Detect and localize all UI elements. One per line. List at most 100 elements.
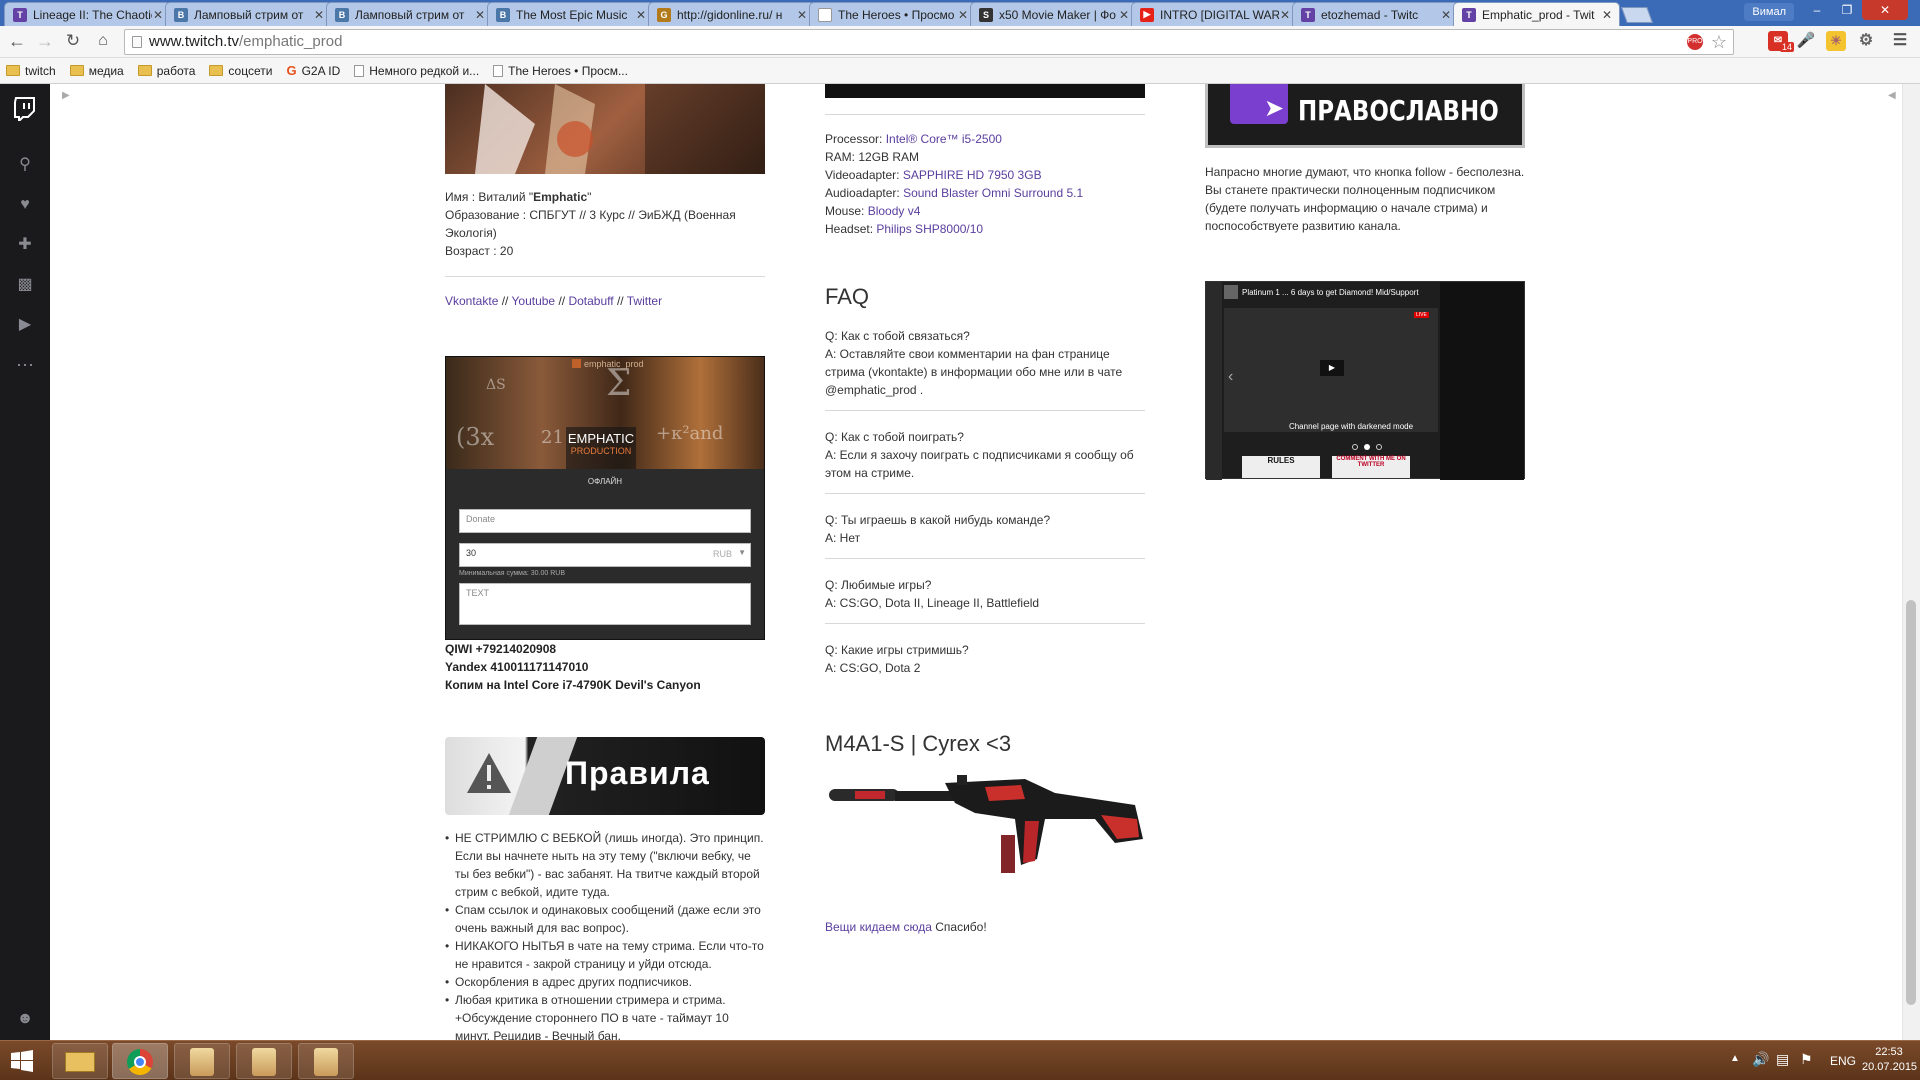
spec-link[interactable]: SAPPHIRE HD 7950 3GB (903, 168, 1042, 182)
browser-tab[interactable]: Tetozhemad - Twitc ✕ (1292, 2, 1459, 26)
weather-icon[interactable]: ☀ (1826, 31, 1846, 51)
language-indicator[interactable]: ENG (1830, 1054, 1856, 1068)
bookmark-item[interactable]: G G2A ID (286, 63, 340, 78)
menu-icon[interactable]: ☰ (1890, 31, 1910, 51)
channels-camera-icon[interactable]: ▩ (0, 270, 50, 300)
network-icon[interactable]: ▤ (1776, 1051, 1789, 1068)
bookmark-item[interactable]: The Heroes • Просм... (493, 64, 628, 78)
browser-tab-active[interactable]: T Emphatic_prod - Twit ✕ (1453, 2, 1620, 26)
spec-label: Headset: (825, 222, 877, 236)
rule-text: НИКАКОГО НЫТЬЯ в чате на тему стрима. Ес… (455, 939, 764, 971)
pc-specs: Processor: Intel® Core™ i5-2500 RAM: 12GB… (825, 130, 1155, 238)
action-center-icon[interactable]: ⚑ (1800, 1051, 1813, 1068)
carousel-dot[interactable] (1352, 444, 1358, 450)
spec-link[interactable]: Bloody v4 (868, 204, 921, 218)
tray-expand-icon[interactable]: ▲ (1730, 1053, 1740, 1064)
tab-close-icon[interactable]: ✕ (957, 8, 969, 22)
tab-close-icon[interactable]: ✕ (796, 8, 808, 22)
bullet-icon: • (445, 993, 450, 1007)
payment-line: QIWI +79214020908 (445, 642, 557, 656)
bookmark-item[interactable]: медиа (69, 63, 124, 78)
tab-close-icon[interactable]: ✕ (1440, 8, 1452, 22)
video-play-icon[interactable]: ▶ (0, 310, 50, 340)
twitch-logo-icon[interactable] (0, 92, 50, 126)
expand-right-arrow-icon[interactable]: ◀ (1888, 90, 1896, 101)
rules-list: • НЕ СТРИМЛЮ С ВЕБКОЙ (лишь иногда). Это … (445, 829, 765, 1040)
mail-count-badge: 14 (1780, 42, 1795, 52)
home-icon[interactable]: ⌂ (92, 30, 114, 52)
spec-line: Headset: Philips SHP8000/10 (825, 220, 1155, 238)
tab-close-icon[interactable]: ✕ (1118, 8, 1130, 22)
bookmark-item[interactable]: Немного редкой и... (354, 64, 479, 78)
tab-close-icon[interactable]: ✕ (1279, 8, 1291, 22)
bookmark-label: медиа (88, 63, 124, 78)
close-window-icon[interactable]: ✕ (1862, 0, 1908, 20)
system-clock[interactable]: 22:53 20.07.2015 (1862, 1045, 1917, 1075)
browser-tab[interactable]: Ghttp://gidonline.ru/ н ✕ (648, 2, 815, 26)
spec-link[interactable]: Sound Blaster Omni Surround 5.1 (903, 186, 1083, 200)
user-profile-icon[interactable]: ☻ (0, 1004, 50, 1034)
microphone-icon[interactable]: 🎤 (1796, 31, 1816, 51)
bookmark-item[interactable]: соцсети (209, 64, 272, 78)
expand-left-arrow-icon[interactable]: ▶ (62, 90, 70, 101)
browser-tab[interactable]: ▶ INTRO [DIGITAL WAR ✕ (1131, 2, 1298, 26)
windows-start-icon[interactable] (10, 1049, 34, 1073)
social-link-youtube[interactable]: Youtube (512, 294, 556, 308)
spec-link[interactable]: Philips SHP8000/10 (876, 222, 983, 236)
donate-name-input[interactable]: Donate (459, 509, 751, 533)
search-icon[interactable]: ⚲ (0, 150, 50, 180)
pro-extension-icon[interactable]: PRO (1687, 34, 1703, 50)
skin-trade-link[interactable]: Вещи кидаем сюда (825, 920, 932, 934)
social-link-vkontakte[interactable]: Vkontakte (445, 294, 498, 308)
tab-close-icon[interactable]: ✕ (635, 8, 647, 22)
social-link-twitter[interactable]: Twitter (627, 294, 662, 308)
browser-tab[interactable]: The Heroes • Просмо ✕ (809, 2, 976, 26)
game-client-taskbar-icon[interactable] (174, 1043, 230, 1079)
social-link-dotabuff[interactable]: Dotabuff (568, 294, 613, 308)
reload-icon[interactable]: ↻ (62, 30, 84, 52)
restore-icon[interactable]: ❐ (1832, 0, 1862, 20)
back-arrow-icon[interactable]: ← (6, 30, 28, 52)
more-dots-icon[interactable]: ⋯ (0, 350, 50, 380)
explorer-taskbar-icon[interactable] (52, 1043, 108, 1079)
game-client-taskbar-icon[interactable] (236, 1043, 292, 1079)
channel-avatar-icon (572, 359, 581, 368)
spec-link[interactable]: Intel® Core™ i5-2500 (886, 132, 1002, 146)
carousel-dot[interactable] (1376, 444, 1382, 450)
browser-tab[interactable]: B Ламповый стрим от ✕ (165, 2, 332, 26)
tab-close-icon[interactable]: ✕ (313, 8, 325, 22)
forward-arrow-icon[interactable]: → (34, 30, 56, 52)
chevron-down-icon: ▼ (738, 548, 746, 557)
heart-icon[interactable]: ♥ (0, 190, 50, 220)
bullet-icon: • (445, 831, 450, 845)
tab-close-icon[interactable]: ✕ (474, 8, 486, 22)
browser-tab[interactable]: T Lineage II: The Chaotic ✕ (4, 2, 171, 26)
bookmark-star-icon[interactable]: ☆ (1711, 30, 1727, 54)
play-icon[interactable]: ▶ (1320, 360, 1344, 376)
profile-button[interactable]: Вимал (1744, 3, 1794, 21)
games-icon[interactable]: ✚ (0, 230, 50, 260)
bullet-icon: • (445, 975, 450, 989)
bookmark-item[interactable]: twitch (6, 64, 56, 78)
browser-tab[interactable]: B Ламповый стрим от ✕ (326, 2, 493, 26)
address-bar[interactable]: www.twitch.tv/emphatic_prod PRO ☆ (124, 29, 1734, 55)
settings-extension-icon[interactable]: ⚙ (1856, 31, 1876, 51)
volume-icon[interactable]: 🔊 (1752, 1051, 1769, 1068)
currency-select[interactable]: RUB (713, 549, 732, 559)
browser-tab[interactable]: Sx50 Movie Maker | Фо ✕ (970, 2, 1137, 26)
carousel-dot-active[interactable] (1364, 444, 1370, 450)
faq-question: Q: Как с тобой поиграть? (825, 430, 964, 444)
tab-close-icon[interactable]: ✕ (152, 8, 164, 22)
new-tab-button[interactable] (1621, 7, 1653, 23)
bookmark-item[interactable]: работа (137, 64, 195, 78)
tab-close-icon[interactable]: ✕ (1601, 8, 1613, 22)
chrome-taskbar-icon[interactable] (112, 1043, 168, 1079)
scrollbar-thumb[interactable] (1906, 600, 1916, 1005)
browser-tab[interactable]: B The Most Epic Music ✕ (487, 2, 654, 26)
profile-line-text: Образование : СПБГУТ // 3 Курс // ЭиБЖД … (445, 208, 736, 240)
minimize-icon[interactable]: – (1802, 0, 1832, 20)
donate-message-textarea[interactable]: TEXT (459, 583, 751, 625)
donate-amount-input[interactable]: 30 RUB ▼ (459, 543, 751, 567)
carousel-prev-icon[interactable]: ‹ (1228, 368, 1233, 386)
game-client-taskbar-icon[interactable] (298, 1043, 354, 1079)
